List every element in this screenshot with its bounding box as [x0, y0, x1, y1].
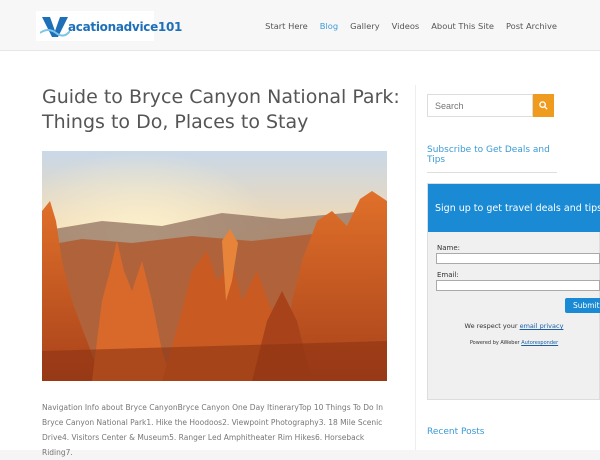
search-button[interactable]	[533, 94, 554, 117]
hero-image	[42, 151, 387, 381]
privacy-note: We respect your email privacy	[428, 322, 600, 330]
name-label: Name:	[437, 244, 461, 252]
recent-posts-heading: Recent Posts	[427, 427, 485, 437]
logo-wave-icon	[40, 17, 70, 37]
privacy-text: We respect your	[464, 322, 520, 330]
logo-text: acationadvice101	[68, 20, 183, 34]
search-input[interactable]	[427, 94, 533, 117]
nav-item-start-here[interactable]: Start Here	[265, 21, 308, 31]
email-label: Email:	[437, 271, 459, 279]
signup-header: Sign up to get travel deals and tips	[428, 184, 600, 232]
subscribe-divider	[427, 172, 557, 173]
search-icon	[539, 101, 548, 110]
article-title: Guide to Bryce Canyon National Park: Thi…	[42, 86, 400, 133]
autoresponder-link[interactable]: Autoresponder	[521, 340, 558, 346]
nav-item-videos[interactable]: Videos	[392, 21, 420, 31]
site-header: acationadvice101 Start Here Blog Gallery…	[0, 0, 600, 51]
email-field[interactable]	[436, 280, 600, 291]
powered-text: Powered by AWeber	[469, 340, 522, 346]
powered-by: Powered by AWeber Autoresponder	[428, 340, 600, 346]
nav-item-post-archive[interactable]: Post Archive	[506, 21, 557, 31]
nav-item-gallery[interactable]: Gallery	[350, 21, 380, 31]
site-logo[interactable]: acationadvice101	[36, 11, 182, 41]
article-body: Navigation Info about Bryce CanyonBryce …	[42, 403, 383, 457]
subscribe-heading: Subscribe to Get Deals and Tips	[427, 145, 550, 165]
submit-button[interactable]: Submit	[565, 298, 600, 313]
privacy-link[interactable]: email privacy	[520, 322, 564, 330]
nav-item-about[interactable]: About This Site	[431, 21, 494, 31]
name-field[interactable]	[436, 253, 600, 264]
main-nav: Start Here Blog Gallery Videos About Thi…	[265, 21, 557, 31]
nav-item-blog[interactable]: Blog	[320, 21, 338, 31]
content-divider	[415, 85, 416, 450]
